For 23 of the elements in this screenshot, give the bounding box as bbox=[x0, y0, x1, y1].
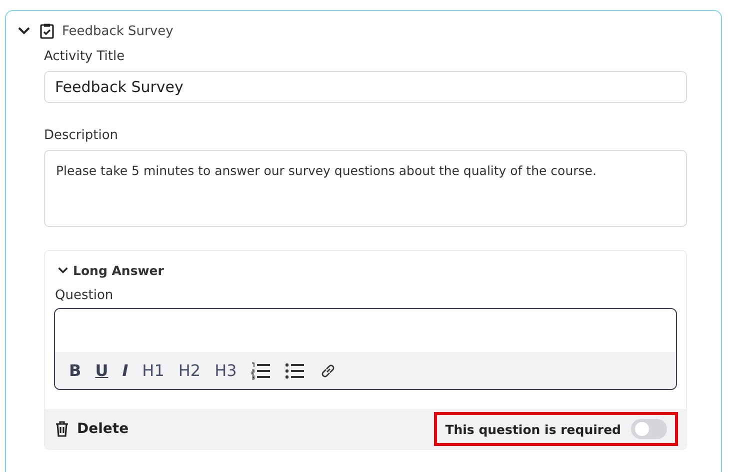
italic-button[interactable]: I bbox=[120, 361, 130, 380]
underline-button[interactable]: U bbox=[93, 361, 110, 380]
bold-button[interactable]: B bbox=[67, 361, 84, 380]
question-type: Long Answer bbox=[73, 262, 164, 278]
delete-button[interactable]: Delete bbox=[55, 421, 129, 437]
chevron-icon[interactable] bbox=[18, 27, 30, 35]
numbered-list-icon[interactable] bbox=[250, 362, 271, 380]
question-editor[interactable]: B U I H1 H2 H3 bbox=[54, 308, 677, 390]
bullet-list-icon[interactable] bbox=[284, 362, 305, 380]
activity-title: Feedback Survey bbox=[62, 24, 174, 38]
field-label: Activity Title bbox=[44, 49, 126, 66]
heading-button[interactable]: H2 bbox=[176, 361, 203, 380]
field-label: Description bbox=[44, 128, 120, 145]
required-toggle[interactable] bbox=[631, 419, 667, 439]
field-label: Question bbox=[54, 288, 114, 305]
trash-icon bbox=[55, 421, 69, 437]
title-field[interactable]: Feedback Survey bbox=[44, 71, 687, 103]
clipboard-check-icon bbox=[40, 23, 54, 39]
description-field[interactable]: Please take 5 minutes to answer our survey questions about the quality of the course. bbox=[44, 150, 687, 227]
required-label: This question is required bbox=[445, 422, 621, 436]
heading-button[interactable]: H1 bbox=[140, 361, 166, 380]
chevron-icon[interactable] bbox=[58, 266, 68, 274]
heading-button[interactable]: H3 bbox=[212, 361, 239, 380]
